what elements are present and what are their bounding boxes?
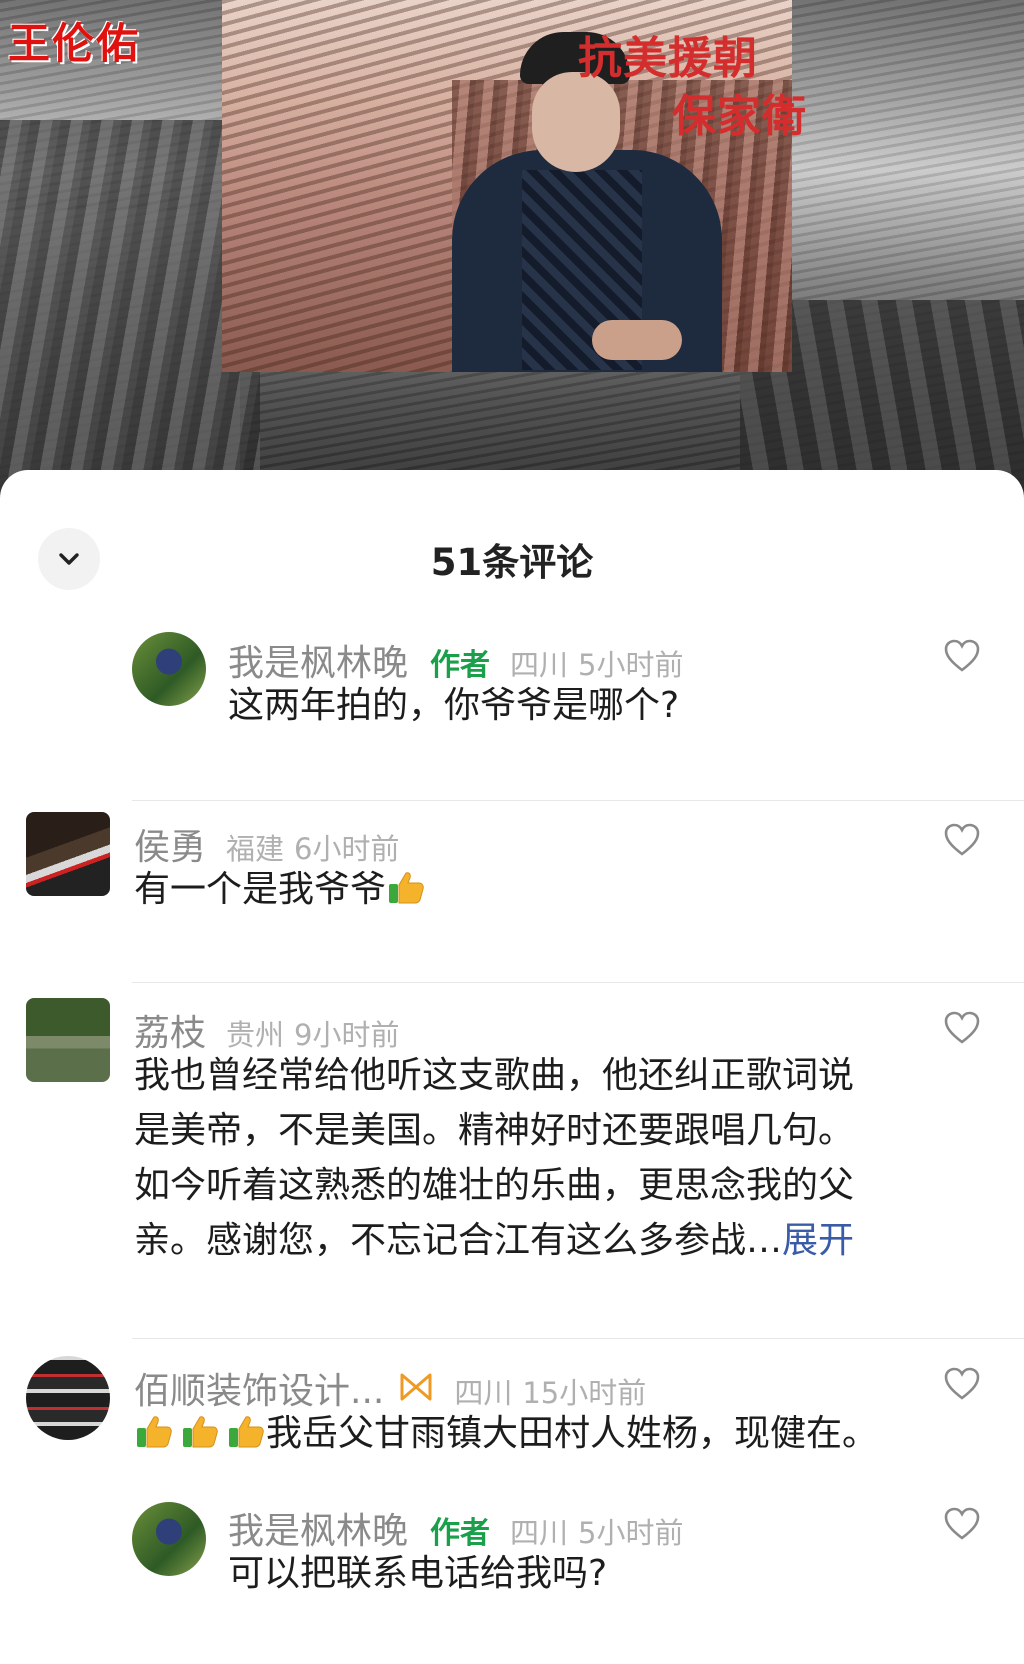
comment-text-line: 我也曾经常给他听这支歌曲，他还纠正歌词说 <box>134 1055 855 1096</box>
avatar[interactable] <box>26 998 110 1082</box>
background-troops-left <box>0 120 260 500</box>
comment-text: 有一个是我爷爷 <box>134 869 387 910</box>
slogan-line-2: 保家衛 <box>672 91 807 142</box>
avatar[interactable] <box>26 1356 110 1440</box>
thumbs-up-emoji <box>229 1416 264 1448</box>
name-stamp: 王伦佑 <box>8 19 141 68</box>
divider <box>132 1338 1024 1339</box>
comment-item: 荔枝 贵州 9小时前 我也曾经常给他听这支歌曲，他还纠正歌词说 是美帝，不是美国… <box>0 994 1024 1294</box>
comment-text-row: 有一个是我爷爷 <box>134 862 426 917</box>
avatar[interactable] <box>132 1502 206 1576</box>
heart-outline-icon[interactable] <box>942 1008 982 1048</box>
thumbs-up-emoji <box>183 1416 218 1448</box>
comment-text-row: 我岳父甘雨镇大田村人姓杨，现健在。 <box>134 1406 878 1461</box>
comment-item: 我是枫林晚 作者 四川 5小时前 这两年拍的，你爷爷是哪个? <box>0 620 1024 770</box>
comment-sheet: 51条评论 我是枫林晚 作者 四川 5小时前 这两年拍的，你爷爷是哪个? 侯勇 … <box>0 470 1024 1664</box>
divider <box>132 982 1024 983</box>
avatar[interactable] <box>26 812 110 896</box>
expand-link[interactable]: 展开 <box>782 1220 854 1261</box>
comment-text: 我岳父甘雨镇大田村人姓杨，现健在。 <box>266 1413 879 1454</box>
comment-item: 我是枫林晚 作者 四川 5小时前 可以把联系电话给我吗? <box>0 1490 1024 1640</box>
comment-item: 侯勇 福建 6小时前 有一个是我爷爷 <box>0 808 1024 958</box>
comment-text-line: 如今听着这熟悉的雄壮的乐曲，更思念我的父 <box>134 1165 855 1206</box>
heart-outline-icon[interactable] <box>942 820 982 860</box>
comment-text: 我也曾经常给他听这支歌曲，他还纠正歌词说 是美帝，不是美国。精神好时还要跟唱几句… <box>134 1048 964 1268</box>
divider <box>132 800 1024 801</box>
bow-badge-icon <box>400 1373 432 1401</box>
comment-text: 这两年拍的，你爷爷是哪个? <box>228 685 680 726</box>
comment-count-title: 51条评论 <box>430 541 594 584</box>
slogan-line-1: 抗美援朝 <box>578 33 758 84</box>
comment-text-line: 亲。感谢您，不忘记合江有这么多参战…展开 <box>134 1213 964 1268</box>
comment-text-line: 是美帝，不是美国。精神好时还要跟唱几句。 <box>134 1110 855 1151</box>
avatar[interactable] <box>132 632 206 706</box>
comment-item: 佰顺装饰设计... 四川 15小时前 我岳父甘雨镇大田村人姓杨，现健在。 <box>0 1354 1024 1504</box>
thumbs-up-emoji <box>389 872 424 904</box>
heart-outline-icon[interactable] <box>942 1504 982 1544</box>
heart-outline-icon[interactable] <box>942 1364 982 1404</box>
comment-text-line-end: 亲。感谢您，不忘记合江有这么多参战… <box>134 1220 783 1261</box>
thumbs-up-emoji <box>137 1416 172 1448</box>
heart-outline-icon[interactable] <box>942 636 982 676</box>
video-frame[interactable]: 王伦佑 抗美援朝 保家衛 <box>0 0 1024 500</box>
comment-text: 可以把联系电话给我吗? <box>228 1553 608 1594</box>
